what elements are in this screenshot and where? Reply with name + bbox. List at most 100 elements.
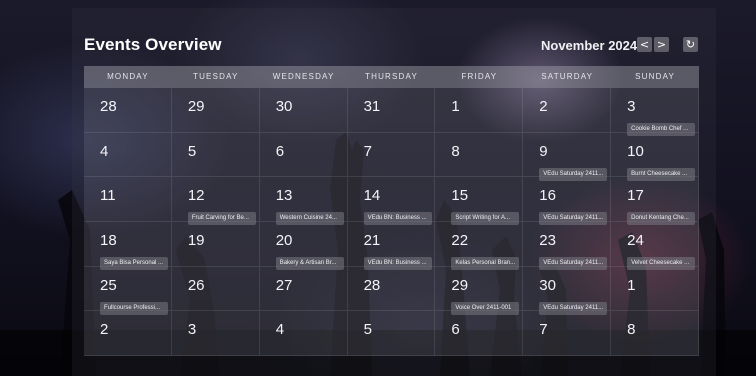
calendar-day-cell[interactable]: 6 [259, 132, 348, 178]
day-number: 2 [539, 98, 548, 115]
current-month-label: November 2024 [541, 38, 638, 53]
calendar-day-cell[interactable]: 29 Voice Over 2411-001 [435, 266, 524, 315]
calendar-day-cell[interactable]: 5 [171, 132, 260, 178]
day-number: 21 [363, 232, 381, 249]
calendar-day-cell[interactable]: 29 [171, 88, 260, 133]
weekday-label: MONDAY [107, 72, 149, 81]
day-number: 4 [275, 321, 285, 339]
day-number: 11 [100, 187, 116, 205]
day-number: 24 [627, 232, 644, 249]
day-number: 3 [187, 321, 197, 339]
calendar-day-cell[interactable]: 15 Script Writing for A... [435, 177, 524, 226]
day-number: 3 [627, 98, 636, 115]
day-number: 28 [363, 276, 381, 294]
weekday-label: FRIDAY [461, 72, 498, 81]
page-title: Events Overview [84, 35, 222, 54]
day-number: 13 [275, 187, 293, 205]
calendar-day-cell[interactable]: 4 [84, 132, 172, 178]
day-number: 31 [363, 98, 381, 115]
calendar-day-cell[interactable]: 20 Bakery & Artisan Br... [259, 222, 348, 270]
day-number: 19 [187, 232, 205, 249]
day-number: 17 [627, 187, 644, 205]
calendar-day-cell[interactable]: 3 Cookie Bomb Chef ... [611, 88, 699, 136]
calendar-day-cell[interactable]: 8 [435, 132, 524, 178]
day-number: 28 [100, 98, 117, 115]
calendar-day-cell[interactable]: 24 Velvet Cheesecake ... [611, 222, 699, 270]
day-number: 1 [627, 276, 636, 294]
next-month-button[interactable]: > [654, 37, 669, 52]
calendar-day-cell[interactable]: 9 VEdu Saturday 2411... [523, 132, 612, 181]
day-number: 22 [451, 232, 469, 249]
calendar-day-cell[interactable]: 6 [435, 311, 524, 356]
prev-month-button[interactable]: < [637, 37, 652, 52]
calendar-day-cell[interactable]: 30 [259, 88, 348, 133]
day-number: 23 [539, 232, 556, 249]
weekday-label: THURSDAY [365, 72, 419, 81]
day-number: 2 [100, 321, 109, 339]
calendar-day-cell[interactable]: 27 [259, 266, 348, 312]
day-number: 27 [275, 276, 293, 294]
day-number: 16 [539, 187, 556, 205]
day-number: 8 [627, 321, 636, 339]
calendar-day-cell[interactable]: 1 [435, 88, 524, 133]
weekday-label: SUNDAY [635, 72, 676, 81]
day-number: 4 [100, 142, 109, 160]
calendar-day-cell[interactable]: 18 Saya Bisa Personal ... [84, 222, 172, 270]
calendar-day-cell[interactable]: 30 VEdu Saturday 2411... [523, 266, 612, 315]
calendar-day-cell[interactable]: 11 [84, 177, 172, 222]
calendar-day-cell[interactable]: 5 [347, 311, 436, 356]
day-number: 6 [451, 321, 460, 339]
day-number: 14 [363, 187, 381, 205]
calendar-day-cell[interactable]: 17 Donut Kentang Che... [611, 177, 699, 226]
day-number: 15 [451, 187, 469, 205]
weekday-label: WEDNESDAY [272, 72, 335, 81]
calendar-day-cell[interactable]: 4 [259, 311, 348, 356]
day-number: 6 [275, 142, 285, 160]
day-number: 26 [187, 276, 205, 294]
calendar: MONDAY TUESDAY WEDNESDAY THURSDAY FRIDAY… [84, 66, 699, 356]
chevron-left-icon: < [639, 38, 650, 51]
calendar-day-cell[interactable]: 14 VEdu BN: Business ... [347, 177, 436, 226]
day-number: 9 [539, 142, 548, 160]
weekday-label: TUESDAY [192, 72, 239, 81]
calendar-day-cell[interactable]: 3 [171, 311, 260, 356]
calendar-day-cell[interactable]: 28 [84, 88, 172, 133]
day-number: 20 [275, 232, 293, 249]
weekday-label: SATURDAY [541, 72, 594, 81]
day-number: 12 [187, 187, 205, 205]
day-number: 30 [539, 276, 556, 294]
day-number: 29 [451, 276, 469, 294]
calendar-day-cell[interactable]: 22 Kelas Personal Bran... [435, 222, 524, 270]
calendar-grid: 28 29 30 31 1 2 3 Cookie Bomb Chef ... 4 5 6 7 8 9 VEd… [84, 88, 699, 356]
calendar-day-cell[interactable]: 2 [84, 311, 172, 356]
day-number: 1 [451, 98, 460, 115]
day-number: 30 [275, 98, 293, 115]
calendar-day-cell[interactable]: 28 [347, 266, 436, 312]
day-number: 10 [627, 142, 644, 160]
calendar-day-cell[interactable]: 21 VEdu BN: Business ... [347, 222, 436, 270]
refresh-button[interactable]: ↻ [683, 37, 698, 52]
calendar-day-cell[interactable]: 13 Western Cuisine 24... [259, 177, 348, 226]
day-number: 8 [451, 142, 460, 160]
refresh-icon: ↻ [685, 38, 696, 51]
day-number: 7 [363, 142, 372, 160]
calendar-day-cell[interactable]: 31 [347, 88, 436, 133]
day-number: 5 [187, 142, 197, 160]
calendar-day-cell[interactable]: 16 VEdu Saturday 2411... [523, 177, 612, 226]
calendar-day-cell[interactable]: 2 [523, 88, 612, 133]
calendar-day-cell[interactable]: 8 [611, 311, 699, 356]
weekday-header: MONDAY TUESDAY WEDNESDAY THURSDAY FRIDAY… [84, 66, 699, 88]
calendar-day-cell[interactable]: 25 Fullcourse Professi... [84, 266, 172, 315]
calendar-day-cell[interactable]: 23 VEdu Saturday 2411... [523, 222, 612, 270]
day-number: 25 [100, 276, 117, 294]
calendar-day-cell[interactable]: 1 [611, 266, 699, 312]
calendar-day-cell[interactable]: 7 [523, 311, 612, 356]
day-number: 7 [539, 321, 548, 339]
calendar-day-cell[interactable]: 12 Fruit Carving for Be... [171, 177, 260, 226]
calendar-day-cell[interactable]: 10 Burnt Cheesecake ... [611, 132, 699, 181]
day-number: 29 [187, 98, 205, 115]
chevron-right-icon: > [656, 38, 667, 51]
calendar-day-cell[interactable]: 7 [347, 132, 436, 178]
calendar-day-cell[interactable]: 26 [171, 266, 260, 312]
calendar-day-cell[interactable]: 19 [171, 222, 260, 267]
